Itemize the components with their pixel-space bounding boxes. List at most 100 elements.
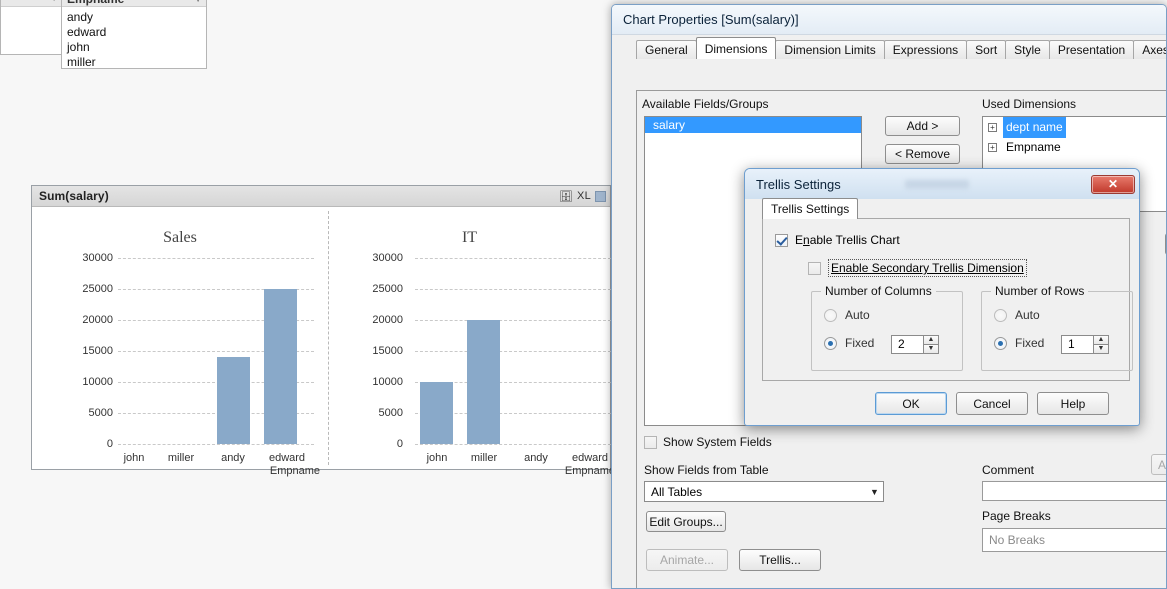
columns-value[interactable]: 2 (891, 335, 923, 354)
columns-fixed-radio[interactable] (824, 336, 837, 350)
trellis-settings-titlebar[interactable]: Trellis Settings ✕ (745, 169, 1139, 199)
tab-expressions[interactable]: Expressions (883, 40, 968, 59)
y-tick: 25000 (82, 283, 113, 295)
list-item[interactable]: john (67, 40, 206, 55)
show-fields-from-table-select[interactable]: All Tables ▼ (644, 481, 884, 502)
page-breaks-input[interactable]: No Breaks (982, 528, 1166, 552)
list-item[interactable]: salary (645, 117, 861, 133)
chart-properties-titlebar[interactable]: Chart Properties [Sum(salary)] (612, 5, 1166, 35)
show-system-fields-label: Show System Fields (663, 435, 772, 449)
x-label: edward (268, 452, 306, 464)
columns-stepper-arrows[interactable]: ▲ ▼ (923, 335, 939, 354)
list-item[interactable]: + Empname (983, 137, 1166, 157)
y-tick: 20000 (82, 314, 113, 326)
number-of-columns-legend: Number of Columns (821, 284, 936, 298)
trellis-panel-it: IT 30000 25000 20000 15000 10000 5000 0 … (329, 207, 615, 477)
enable-trellis-row[interactable]: Enable Trellis Chart (775, 233, 900, 247)
chevron-down-icon[interactable]: ▼ (866, 487, 883, 497)
export-to-excel-icon[interactable]: XL (577, 190, 591, 202)
plot-it (415, 258, 611, 445)
trellis-ok-button[interactable]: OK (875, 391, 947, 415)
list-item[interactable]: miller (67, 55, 206, 70)
bar-john[interactable] (420, 382, 453, 444)
trellis-cancel-button[interactable]: Cancel (956, 391, 1028, 415)
tab-style[interactable]: Style (1005, 40, 1050, 59)
edit-groups-button[interactable]: Edit Groups... (646, 511, 726, 532)
page-breaks-label: Page Breaks (982, 509, 1051, 523)
x-label: miller (470, 452, 498, 464)
comment-input[interactable] (982, 481, 1166, 501)
close-icon[interactable]: ✕ (1091, 174, 1135, 194)
columns-fixed-label: Fixed (845, 336, 875, 350)
rows-value-stepper[interactable]: 1 ▲ ▼ (1061, 335, 1109, 354)
chevron-up-icon[interactable]: ▲ (923, 335, 939, 344)
bar-miller[interactable] (467, 320, 500, 444)
number-of-rows-fieldset: Number of Rows Auto Fixed 1 ▲ ▼ (981, 284, 1133, 371)
rows-stepper-arrows[interactable]: ▲ ▼ (1093, 335, 1109, 354)
list-item[interactable]: edward (67, 25, 206, 40)
used-dimensions-label: Used Dimensions (982, 97, 1077, 111)
tab-dimension-limits[interactable]: Dimension Limits (775, 40, 885, 59)
x-label: andy (524, 452, 548, 464)
tab-axes[interactable]: Axes (1133, 40, 1166, 59)
list-item[interactable]: andy (67, 10, 206, 25)
expand-icon[interactable]: + (988, 142, 997, 152)
advanced-button: Adva (1151, 454, 1166, 475)
remove-dimension-button[interactable]: < Remove (885, 144, 960, 164)
left-listbox-caption: ▼ (1, 0, 62, 7)
tab-sort[interactable]: Sort (966, 40, 1007, 59)
rows-value[interactable]: 1 (1061, 335, 1093, 354)
trellis-settings-dialog[interactable]: Trellis Settings ✕ Trellis Settings Enab… (744, 168, 1140, 426)
y-tick: 20000 (372, 314, 403, 326)
tab-trellis-settings[interactable]: Trellis Settings (762, 198, 859, 219)
left-listbox-partial[interactable]: ▼ (0, 0, 62, 55)
chart-properties-tabs[interactable]: General Dimensions Dimension Limits Expr… (622, 37, 1166, 59)
tab-presentation[interactable]: Presentation (1048, 40, 1135, 59)
empname-listbox-items: andy edward john miller (62, 7, 206, 70)
columns-auto-label: Auto (845, 308, 870, 322)
trellis-settings-tabs[interactable]: Trellis Settings (754, 198, 1130, 219)
columns-auto-row[interactable]: Auto (824, 308, 870, 322)
chevron-down-icon[interactable]: ▼ (1093, 344, 1109, 354)
columns-auto-radio[interactable] (824, 308, 837, 322)
titlebar-blur-decoration (905, 180, 969, 189)
dialog-title: Chart Properties [Sum(salary)] (623, 12, 799, 27)
printer-icon[interactable]: 🗄 (559, 190, 573, 203)
rows-fixed-radio[interactable] (994, 336, 1007, 350)
columns-fixed-row[interactable]: Fixed (824, 336, 874, 350)
minimize-icon[interactable] (595, 190, 606, 202)
bar-andy[interactable] (217, 357, 250, 444)
expand-icon[interactable]: + (988, 122, 997, 132)
list-item[interactable]: + dept name (983, 117, 1166, 138)
x-axis-title: Empname (564, 465, 615, 477)
show-system-fields-checkbox[interactable] (644, 435, 657, 449)
enable-trellis-checkbox[interactable] (775, 233, 788, 247)
trellis-help-button[interactable]: Help (1037, 391, 1109, 415)
chevron-down-icon[interactable]: ▼ (923, 344, 939, 354)
enable-secondary-trellis-row[interactable]: Enable Secondary Trellis Dimension (808, 259, 1027, 277)
chart-caption-bar[interactable]: Sum(salary) 🗄 XL (32, 186, 610, 207)
chart-object[interactable]: Sum(salary) 🗄 XL Sales 30000 25000 20000… (31, 185, 615, 477)
enable-secondary-trellis-checkbox[interactable] (808, 261, 821, 275)
rows-auto-row[interactable]: Auto (994, 308, 1040, 322)
add-dimension-button[interactable]: Add > (885, 116, 960, 136)
tab-dimensions[interactable]: Dimensions (695, 37, 777, 59)
rows-auto-radio[interactable] (994, 308, 1007, 322)
tab-general[interactable]: General (636, 40, 697, 59)
x-label: edward (571, 452, 609, 464)
trellis-settings-footer: OK Cancel Help (745, 381, 1139, 425)
empname-listbox[interactable]: Empname ▼ andy edward john miller (61, 0, 207, 69)
columns-value-stepper[interactable]: 2 ▲ ▼ (891, 335, 939, 354)
show-system-fields-row[interactable]: Show System Fields (644, 435, 772, 449)
list-item-label: Empname (1006, 140, 1061, 154)
trellis-button[interactable]: Trellis... (739, 549, 821, 571)
chevron-up-icon[interactable]: ▲ (1093, 335, 1109, 344)
bar-edward[interactable] (264, 289, 297, 444)
rows-fixed-label: Fixed (1015, 336, 1045, 350)
y-tick: 10000 (82, 376, 113, 388)
rows-fixed-row[interactable]: Fixed (994, 336, 1044, 350)
enable-trellis-label: Enable Trellis Chart (795, 233, 900, 247)
chevron-down-icon: ▼ (50, 0, 58, 3)
chevron-down-icon: ▼ (194, 0, 202, 4)
panel-title: IT (461, 229, 478, 246)
